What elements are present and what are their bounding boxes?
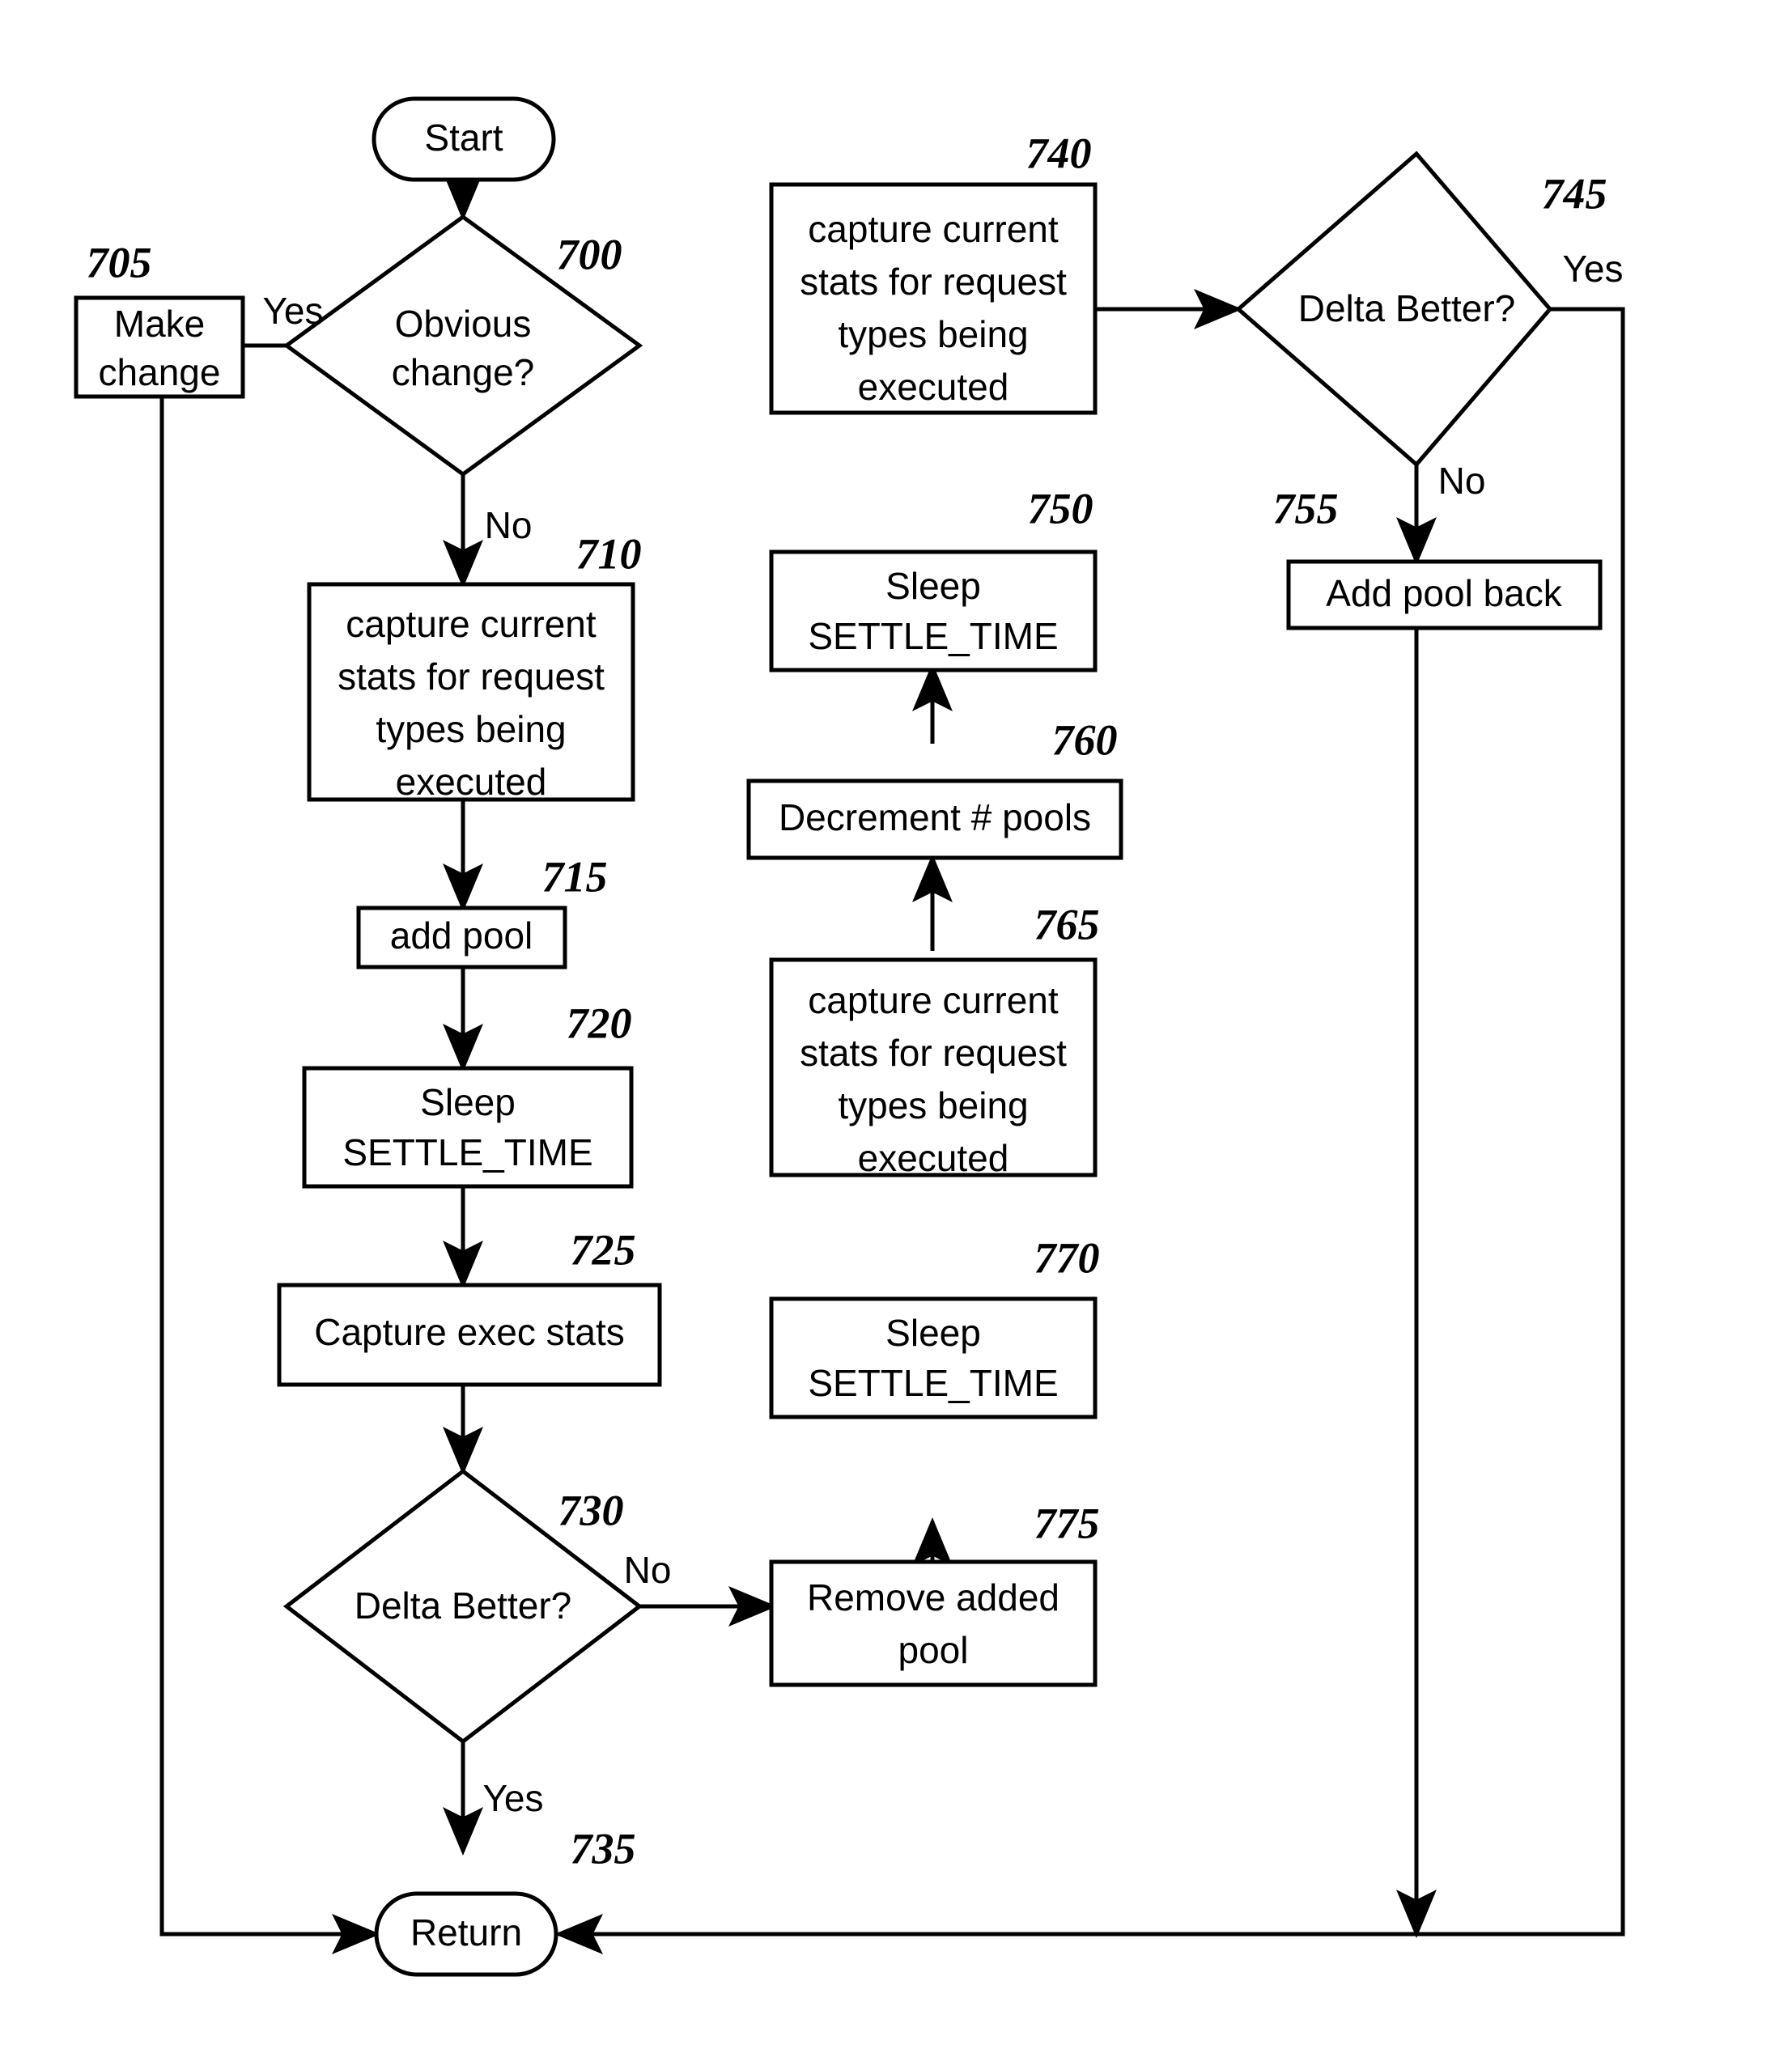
node-765-label-line1: capture current [808, 979, 1059, 1021]
node-710-label-line3: types being [376, 708, 566, 750]
node-755-add-pool-back: Add pool back [1286, 559, 1603, 630]
node-775-label-line2: pool [898, 1629, 969, 1671]
ref-745: 745 [1542, 169, 1607, 218]
ref-755: 755 [1273, 484, 1339, 532]
node-765-capture-stats: capture current stats for request types … [769, 957, 1098, 1179]
ref-730: 730 [558, 1486, 624, 1534]
node-710-label-line2: stats for request [338, 655, 605, 698]
node-720-label-line2: SETTLE_TIME [342, 1131, 592, 1173]
ref-770: 770 [1034, 1233, 1100, 1282]
node-725-label: Capture exec stats [314, 1311, 625, 1353]
node-start-label: Start [424, 117, 503, 159]
edge-label-745-no: No [1438, 460, 1486, 502]
node-740-capture-stats: capture current stats for request types … [769, 182, 1098, 415]
ref-740: 740 [1026, 129, 1092, 177]
ref-735: 735 [571, 1824, 636, 1873]
flowchart-canvas: Start Obvious change? 700 Make change 70… [0, 0, 1792, 2049]
ref-710: 710 [576, 529, 642, 578]
node-770-label-line1: Sleep [885, 1312, 981, 1354]
ref-715: 715 [542, 852, 608, 901]
node-765-label-line3: types being [838, 1084, 1028, 1126]
node-700-label-line1: Obvious [395, 303, 532, 345]
node-735-label: Return [410, 1911, 522, 1954]
node-start: Start [372, 96, 556, 182]
node-730-label: Delta Better? [355, 1584, 571, 1627]
node-710-label-line1: capture current [346, 603, 597, 645]
node-710-capture-stats: capture current stats for request types … [307, 582, 635, 803]
node-740-label-line2: stats for request [800, 261, 1067, 303]
node-720-label-line1: Sleep [420, 1081, 516, 1123]
node-750-label-line1: Sleep [885, 565, 981, 607]
node-705-label-line2: change [99, 351, 221, 393]
node-765-label-line2: stats for request [800, 1032, 1067, 1074]
node-770-label-line2: SETTLE_TIME [808, 1362, 1058, 1404]
flowchart-svg: Start Obvious change? 700 Make change 70… [74, 96, 1625, 1977]
node-745-delta-better-decision: Delta Better? [1235, 151, 1553, 468]
edge-label-700-no: No [485, 504, 533, 546]
node-715-label: add pool [390, 914, 533, 957]
node-720-sleep-settle-time: Sleep SETTLE_TIME [302, 1066, 634, 1189]
ref-705: 705 [87, 238, 152, 286]
ref-765: 765 [1034, 900, 1100, 948]
node-750-label-line2: SETTLE_TIME [808, 615, 1058, 657]
node-705-label-line1: Make [114, 303, 205, 345]
node-755-label: Add pool back [1326, 572, 1563, 614]
edge-label-745-yes: Yes [1562, 248, 1623, 290]
ref-725: 725 [571, 1225, 636, 1274]
ref-700: 700 [557, 230, 622, 278]
node-775-remove-added-pool: Remove added pool [769, 1559, 1098, 1687]
ref-750: 750 [1028, 484, 1093, 532]
edge-label-730-yes: Yes [482, 1777, 543, 1819]
node-770-sleep-settle-time: Sleep SETTLE_TIME [769, 1296, 1098, 1419]
ref-720: 720 [567, 999, 632, 1047]
ref-760: 760 [1052, 715, 1118, 764]
node-715-add-pool: add pool [356, 906, 567, 969]
node-760-decrement-pools: Decrement # pools [746, 778, 1123, 860]
node-705-make-change: Make change [74, 295, 245, 399]
node-740-label-line1: capture current [808, 208, 1059, 250]
node-765-label-line4: executed [858, 1137, 1009, 1179]
edge-label-730-no: No [624, 1549, 672, 1591]
ref-775: 775 [1034, 1499, 1100, 1547]
node-710-label-line4: executed [396, 761, 547, 803]
node-750-sleep-settle-time: Sleep SETTLE_TIME [769, 549, 1098, 672]
node-760-label: Decrement # pools [779, 796, 1091, 838]
edge-label-700-yes: Yes [262, 290, 323, 332]
node-745-label: Delta Better? [1298, 287, 1515, 329]
node-735-return: Return [374, 1891, 558, 1977]
node-740-label-line3: types being [838, 313, 1028, 355]
node-775-label-line1: Remove added [807, 1576, 1059, 1618]
node-740-label-line4: executed [858, 366, 1009, 408]
node-725-capture-exec-stats: Capture exec stats [277, 1283, 662, 1387]
node-700-label-line2: change? [392, 351, 535, 393]
